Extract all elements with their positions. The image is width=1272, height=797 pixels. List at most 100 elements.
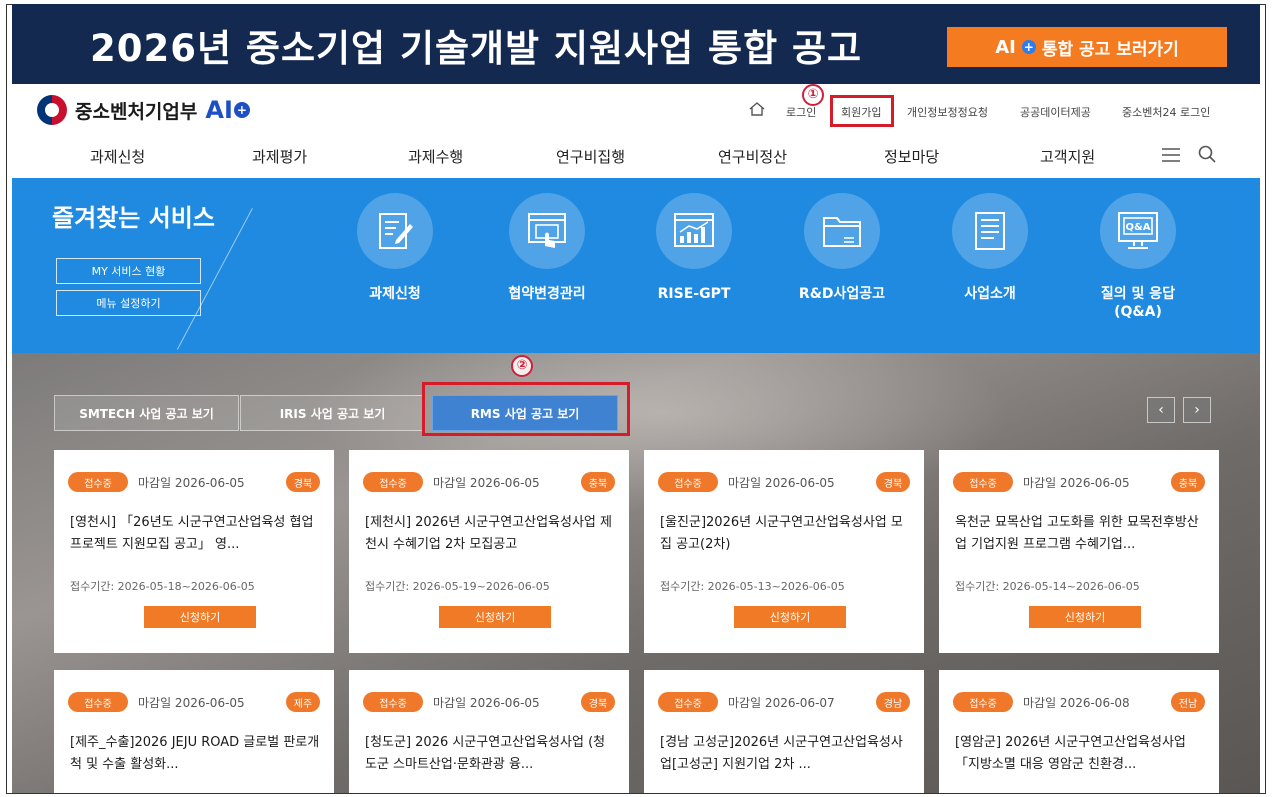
home-icon[interactable]	[748, 101, 766, 117]
service-qa[interactable]: Q&A 질의 및 응답 (Q&A)	[1068, 193, 1208, 321]
notice-title[interactable]: [울진군]2026년 시군구연고산업육성사업 모집 공고(2차)	[660, 512, 910, 556]
tab-iris[interactable]: IRIS 사업 공고 보기	[240, 395, 425, 431]
deadline-text: 마감일 2026-06-05	[1023, 475, 1130, 490]
apply-button[interactable]: 신청하기	[144, 606, 256, 628]
notice-title[interactable]: [제주_수출]2026 JEJU ROAD 글로벌 판로개척 및 수출 활성화.…	[70, 732, 320, 776]
status-badge: 접수중	[953, 472, 1013, 492]
site-logo[interactable]: 중소벤처기업부 AI +	[37, 95, 250, 125]
gnb-item-execution[interactable]: 과제수행	[408, 146, 463, 167]
card-meta: 접수중 마감일 2026-06-05 경북	[363, 692, 615, 712]
gnb-item-budget-settle[interactable]: 연구비정산	[718, 146, 787, 167]
apply-button[interactable]: 신청하기	[1029, 606, 1141, 628]
apply-button[interactable]: 신청하기	[439, 606, 551, 628]
notice-card[interactable]: 접수중 마감일 2026-06-05 경북 [청도군] 2026 시군구연고산업…	[349, 670, 629, 793]
notice-title[interactable]: [영천시] 「26년도 시군구연고산업육성 협업프로젝트 지원모집 공고」 영.…	[70, 512, 320, 556]
deadline-text: 마감일 2026-06-05	[433, 695, 540, 710]
notice-card[interactable]: 접수중 마감일 2026-06-05 충북 옥천군 묘목산업 고도화를 위한 묘…	[939, 450, 1219, 653]
plus-icon: +	[233, 102, 250, 118]
step-marker-1: ①	[802, 84, 824, 106]
service-icon-circle	[357, 193, 433, 269]
sme24-login-link[interactable]: 중소벤처24 로그인	[1122, 104, 1210, 120]
my-service-button[interactable]: MY 서비스 현황	[56, 258, 201, 284]
service-icon-circle	[509, 193, 585, 269]
banner-button-label: 통합 공고 보러가기	[1041, 39, 1179, 60]
region-badge: 충북	[581, 472, 615, 492]
status-badge: 접수중	[363, 472, 423, 492]
gnb-item-evaluation[interactable]: 과제평가	[252, 146, 307, 167]
notice-title[interactable]: [경남 고성군]2026년 시군구연고산업육성사업[고성군] 지원기업 2차 .…	[660, 732, 910, 776]
card-meta: 접수중 마감일 2026-06-05 제주	[68, 692, 320, 712]
service-icon-circle	[656, 193, 732, 269]
search-icon[interactable]	[1197, 144, 1217, 164]
notice-card[interactable]: 접수중 마감일 2026-06-05 경북 [울진군]2026년 시군구연고산업…	[644, 450, 924, 653]
service-icon-circle	[804, 193, 880, 269]
notice-card[interactable]: 접수중 마감일 2026-06-05 충북 [제천시] 2026년 시군구연고산…	[349, 450, 629, 653]
notice-card[interactable]: 접수중 마감일 2026-06-08 전남 [영암군] 2026년 시군구연고산…	[939, 670, 1219, 793]
status-badge: 접수중	[68, 692, 128, 712]
edit-document-icon	[379, 213, 413, 249]
card-meta: 접수중 마감일 2026-06-08 전남	[953, 692, 1205, 712]
gnb-item-apply[interactable]: 과제신청	[90, 146, 145, 167]
service-label: 과제신청	[369, 286, 421, 302]
service-label: R&D사업공고	[798, 286, 886, 302]
service-rnd-notice[interactable]: R&D사업공고	[772, 193, 912, 303]
gnb-item-info[interactable]: 정보마당	[884, 146, 939, 167]
public-data-link[interactable]: 공공데이터제공	[1020, 104, 1091, 120]
gnb-item-support[interactable]: 고객지원	[1040, 146, 1095, 167]
card-meta: 접수중 마감일 2026-06-05 충북	[363, 472, 615, 492]
card-meta: 접수중 마감일 2026-06-05 경북	[658, 472, 910, 492]
service-label: RISE-GPT	[657, 286, 731, 302]
integrated-notice-button[interactable]: AI + 통합 공고 보러가기	[947, 27, 1227, 67]
notice-card[interactable]: 접수중 마감일 2026-06-07 경남 [경남 고성군]2026년 시군구연…	[644, 670, 924, 793]
card-meta: 접수중 마감일 2026-06-05 충북	[953, 472, 1205, 492]
application-period: 접수기간: 2026-05-19~2026-06-05	[365, 580, 550, 593]
next-arrow-button[interactable]: ›	[1183, 397, 1211, 423]
hamburger-menu-icon[interactable]	[1161, 147, 1181, 163]
privacy-request-link[interactable]: 개인정보정정요청	[907, 104, 988, 120]
notice-title[interactable]: [제천시] 2026년 시군구연고산업육성사업 제천시 수혜기업 2차 모집공고	[365, 512, 615, 556]
svg-text:Q&A: Q&A	[1126, 222, 1151, 233]
service-business-intro[interactable]: 사업소개	[920, 193, 1060, 303]
notice-card[interactable]: 접수중 마감일 2026-06-05 경북 [영천시] 「26년도 시군구연고산…	[54, 450, 334, 653]
application-period: 접수기간: 2026-05-14~2026-06-05	[955, 580, 1140, 593]
service-label: 사업소개	[964, 286, 1016, 302]
prev-arrow-button[interactable]: ‹	[1147, 397, 1175, 423]
application-period: 접수기간: 2026-05-13~2026-06-05	[660, 580, 845, 593]
notice-title[interactable]: [영암군] 2026년 시군구연고산업육성사업「지방소멸 대응 영암군 친환경.…	[955, 732, 1205, 776]
service-rise-gpt[interactable]: RISE-GPT	[624, 193, 764, 303]
chart-monitor-icon	[674, 213, 714, 247]
touch-screen-icon	[528, 213, 566, 248]
deadline-text: 마감일 2026-06-07	[728, 695, 835, 710]
notice-card[interactable]: 접수중 마감일 2026-06-05 제주 [제주_수출]2026 JEJU R…	[54, 670, 334, 793]
login-link[interactable]: 로그인	[786, 104, 816, 120]
notice-title[interactable]: 옥천군 묘목산업 고도화를 위한 묘목전후방산업 기업지원 프로그램 수혜기업.…	[955, 512, 1205, 556]
status-badge: 접수중	[68, 472, 128, 492]
region-badge: 경남	[876, 692, 910, 712]
banner-ai-label: AI	[995, 36, 1016, 58]
service-agreement-change[interactable]: 협약변경관리	[477, 193, 617, 303]
favorites-title: 즐겨찾는 서비스	[52, 204, 215, 232]
status-badge: 접수중	[658, 692, 718, 712]
menu-setting-button[interactable]: 메뉴 설정하기	[56, 290, 201, 316]
service-apply[interactable]: 과제신청	[325, 193, 465, 303]
service-icon-circle	[952, 193, 1028, 269]
gnb-item-budget-spend[interactable]: 연구비집행	[556, 146, 625, 167]
region-badge: 제주	[286, 692, 320, 712]
ai-logo: AI +	[205, 96, 250, 124]
region-badge: 경북	[581, 692, 615, 712]
service-label: 질의 및 응답 (Q&A)	[1100, 286, 1176, 320]
tab-smtech[interactable]: SMTECH 사업 공고 보기	[54, 395, 239, 431]
card-meta: 접수중 마감일 2026-06-07 경남	[658, 692, 910, 712]
apply-button[interactable]: 신청하기	[734, 606, 846, 628]
deadline-text: 마감일 2026-06-05	[138, 695, 245, 710]
step-marker-2: ②	[511, 355, 533, 377]
deadline-text: 마감일 2026-06-08	[1023, 695, 1130, 710]
service-icon-circle: Q&A	[1100, 193, 1176, 269]
taegeuk-logo-icon	[37, 95, 67, 125]
top-banner: 2026년 중소기업 기술개발 지원사업 통합 공고 AI + 통합 공고 보러…	[12, 4, 1260, 84]
status-badge: 접수중	[658, 472, 718, 492]
notice-title[interactable]: [청도군] 2026 시군구연고산업육성사업 (청도군 스마트산업·문화관광 융…	[365, 732, 615, 776]
deadline-text: 마감일 2026-06-05	[728, 475, 835, 490]
org-name: 중소벤처기업부	[75, 100, 198, 123]
region-badge: 전남	[1171, 692, 1205, 712]
